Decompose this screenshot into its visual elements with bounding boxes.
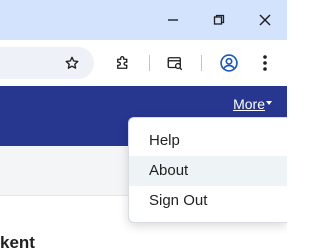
tab-search-icon[interactable]	[164, 52, 186, 74]
browser-toolbar	[0, 40, 287, 86]
extensions-icon[interactable]	[112, 52, 134, 74]
more-menu-link[interactable]: More	[233, 96, 265, 112]
kebab-menu-icon[interactable]	[254, 52, 276, 74]
star-icon[interactable]	[61, 52, 83, 74]
toolbar-separator	[201, 55, 202, 71]
restore-icon[interactable]	[206, 7, 232, 33]
profile-icon[interactable]	[218, 52, 240, 74]
more-dropdown-menu: Help About Sign Out	[128, 117, 287, 223]
page-heading: kent	[0, 233, 35, 252]
minimize-icon[interactable]	[160, 7, 186, 33]
menu-item-about[interactable]: About	[129, 156, 287, 186]
menu-item-help[interactable]: Help	[129, 126, 287, 156]
menu-item-sign-out[interactable]: Sign Out	[129, 186, 287, 216]
browser-window: More kent Help About Sign Out	[0, 0, 287, 252]
toolbar-separator	[149, 55, 150, 71]
close-icon[interactable]	[252, 7, 278, 33]
caret-down-icon[interactable]	[266, 101, 272, 105]
title-bar	[0, 0, 287, 40]
